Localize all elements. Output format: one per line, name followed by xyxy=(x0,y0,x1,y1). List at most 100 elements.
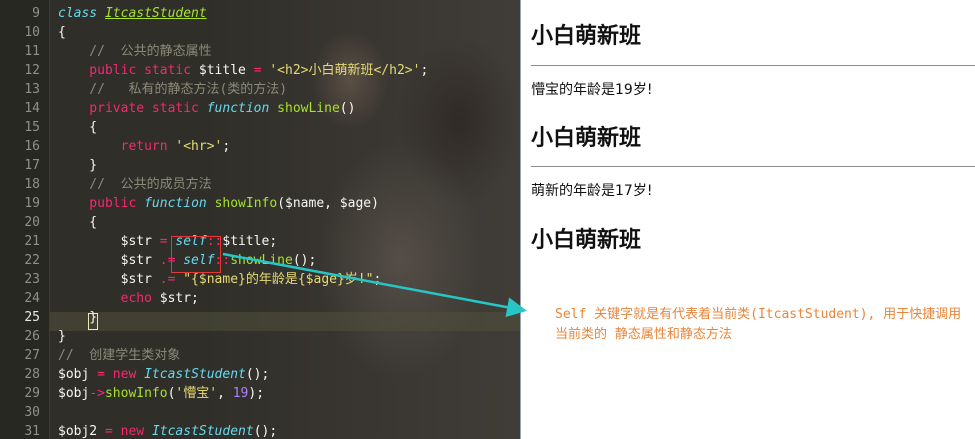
code-token: (); xyxy=(245,367,270,382)
output-text-1: 懵宝的年龄是19岁! xyxy=(531,82,653,98)
code-line[interactable]: $str = self::$title; xyxy=(58,232,278,251)
code-token: echo xyxy=(58,291,152,306)
output-heading-2: 小白萌新班 xyxy=(531,126,642,151)
line-number: 23 xyxy=(24,272,40,287)
code-token: (); xyxy=(292,253,317,268)
code-token: class xyxy=(58,6,98,21)
code-token: { xyxy=(58,120,98,135)
output-divider-2 xyxy=(531,166,975,167)
line-number: 28 xyxy=(24,367,40,382)
line-number: 25 xyxy=(24,310,40,325)
code-line[interactable]: } xyxy=(58,156,97,175)
code-token: = xyxy=(253,63,262,78)
self-highlight-box xyxy=(171,236,221,273)
code-line[interactable]: $obj = new ItcastStudent(); xyxy=(58,365,269,384)
code-token: showLine xyxy=(230,253,293,268)
browser-output: 小白萌新班 懵宝的年龄是19岁! 小白萌新班 萌新的年龄是17岁! 小白萌新班 xyxy=(520,0,975,439)
line-number: 31 xyxy=(24,424,40,439)
code-token: new xyxy=(112,367,137,382)
line-number: 21 xyxy=(24,234,40,249)
code-token: ItcastStudent xyxy=(104,6,207,21)
output-heading-3: 小白萌新班 xyxy=(531,228,642,253)
line-number: 18 xyxy=(24,177,40,192)
code-token: public xyxy=(58,196,137,211)
code-line[interactable]: { xyxy=(58,23,66,42)
code-token: $str xyxy=(58,234,160,249)
code-line[interactable]: public function showInfo($name, $age) xyxy=(58,194,379,213)
code-line[interactable]: } xyxy=(58,327,66,346)
line-number: 26 xyxy=(24,329,40,344)
code-token: } xyxy=(58,329,66,344)
code-line[interactable]: echo $str; xyxy=(58,289,199,308)
code-line[interactable]: $obj->showInfo('懵宝', 19); xyxy=(58,384,264,403)
code-token: 19 xyxy=(232,386,249,401)
code-token: function xyxy=(206,101,270,116)
line-number: 29 xyxy=(24,386,40,401)
code-token: function xyxy=(144,196,207,211)
code-line[interactable]: // 创建学生类对象 xyxy=(58,346,180,365)
line-number: 24 xyxy=(24,291,40,306)
code-token: showInfo xyxy=(104,386,168,401)
code-line[interactable]: private static function showLine() xyxy=(58,99,355,118)
code-token: '<h2>小白萌新班</h2>' xyxy=(269,63,421,78)
code-editor[interactable]: 9 10 11 12 13 14 15 16 17 18 19 20 21 22 23 24 25 26 27 28 2… xyxy=(0,0,520,439)
code-line[interactable]: { xyxy=(58,118,97,137)
line-number: 22 xyxy=(24,253,40,268)
code-token: $obj xyxy=(58,367,98,382)
code-token: showInfo xyxy=(214,196,278,211)
line-number: 9 xyxy=(32,6,40,21)
line-number: 16 xyxy=(24,139,40,154)
code-token: $str xyxy=(58,253,160,268)
annotation-note: Self 关键字就是有代表着当前类(ItcastStudent), 用于快捷调用… xyxy=(555,307,962,342)
code-token: // 私有的静态方法(类的方法) xyxy=(58,82,288,97)
code-token: = xyxy=(159,234,168,249)
code-token: $obj xyxy=(58,386,90,401)
code-line[interactable]: // 私有的静态方法(类的方法) xyxy=(58,80,287,99)
code-token: } xyxy=(58,310,98,325)
code-token: showLine xyxy=(277,101,340,116)
code-token: public static xyxy=(58,63,192,78)
code-line[interactable]: // 公共的成员方法 xyxy=(58,175,211,194)
code-token: '懵宝' xyxy=(175,386,218,401)
code-token: '<hr>' xyxy=(175,139,223,154)
line-number: 12 xyxy=(24,63,40,78)
code-token: return xyxy=(58,139,168,154)
code-token: // 创建学生类对象 xyxy=(58,348,181,363)
code-line[interactable]: // 公共的静态属性 xyxy=(58,42,212,61)
line-number: 20 xyxy=(24,215,40,230)
line-number: 14 xyxy=(24,101,40,116)
code-token: $str xyxy=(58,272,160,287)
code-token: = xyxy=(97,367,105,382)
code-token: { xyxy=(58,215,98,230)
current-line-highlight xyxy=(50,312,520,331)
code-token: $title; xyxy=(222,234,278,249)
output-divider-1 xyxy=(531,65,975,66)
line-number: 17 xyxy=(24,158,40,173)
code-token: ; xyxy=(420,63,429,78)
line-number: 19 xyxy=(24,196,40,211)
code-token: new xyxy=(120,424,145,439)
line-number: 11 xyxy=(24,44,40,59)
code-token: // 公共的静态属性 xyxy=(58,44,212,59)
code-line[interactable]: { xyxy=(58,213,97,232)
code-token: (); xyxy=(253,424,278,439)
code-token: , xyxy=(217,386,233,401)
code-line[interactable]: return '<hr>'; xyxy=(58,137,231,156)
code-line[interactable]: class ItcastStudent xyxy=(58,4,207,23)
code-token: ; xyxy=(222,139,231,154)
code-line[interactable]: public static $title = '<h2>小白萌新班</h2>'; xyxy=(58,61,428,80)
code-token: () xyxy=(339,101,356,116)
line-number: 27 xyxy=(24,348,40,363)
code-line[interactable]: $obj2 = new ItcastStudent(); xyxy=(58,422,277,439)
code-token: "{$name}的年龄是{$age}岁!" xyxy=(183,272,374,287)
code-line[interactable]: } xyxy=(58,308,97,327)
code-token: ); xyxy=(248,386,265,401)
code-token: $obj2 xyxy=(58,424,105,439)
